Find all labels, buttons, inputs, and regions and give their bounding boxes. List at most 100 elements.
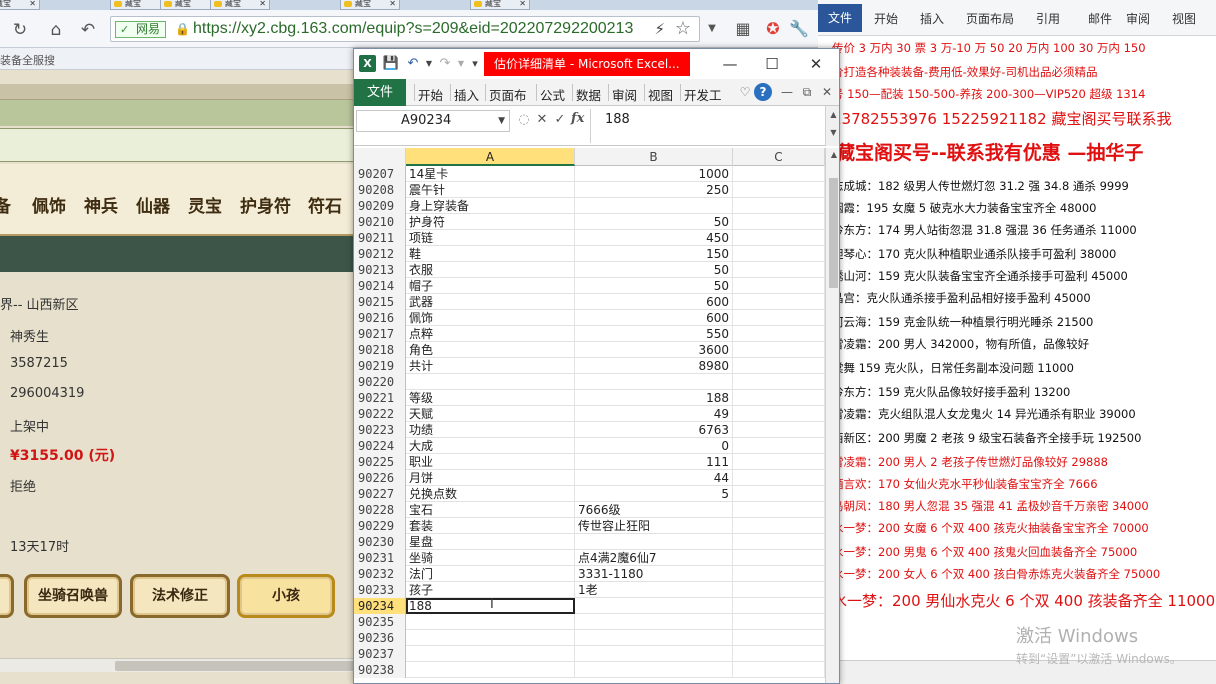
cell-c[interactable] xyxy=(733,534,825,550)
column-header-a[interactable]: A xyxy=(406,148,575,166)
ribbon-tab[interactable]: 开始 xyxy=(418,85,443,104)
row-header[interactable]: 90236 xyxy=(354,630,406,646)
cell-c[interactable] xyxy=(733,662,825,678)
ribbon-close-icon[interactable]: ✕ xyxy=(818,83,836,101)
url-dropdown-icon[interactable]: ▼ xyxy=(702,16,722,42)
grid-apps-icon[interactable]: ▦ xyxy=(732,18,754,40)
cell-a[interactable]: 佩饰 xyxy=(406,310,575,326)
ribbon-tab[interactable]: 公式 xyxy=(540,85,565,104)
minimize-icon[interactable]: — xyxy=(716,53,744,75)
cell-c[interactable] xyxy=(733,390,825,406)
row-header[interactable]: 90224 xyxy=(354,438,406,454)
row-header[interactable]: 90235 xyxy=(354,614,406,630)
excel-logo-icon[interactable]: X xyxy=(359,55,376,72)
cell-a[interactable]: 套装 xyxy=(406,518,575,534)
ribbon-tab[interactable]: 审阅 xyxy=(612,85,637,104)
tab-mount-pet[interactable]: 坐骑召唤兽 xyxy=(24,574,122,618)
row-header[interactable]: 90215 xyxy=(354,294,406,310)
cell-b[interactable] xyxy=(575,534,733,550)
cell-a[interactable]: 天赋 xyxy=(406,406,575,422)
cell-a[interactable]: 14星卡 xyxy=(406,166,575,182)
cell-a[interactable]: 宝石 xyxy=(406,502,575,518)
row-header[interactable]: 90234 xyxy=(354,598,406,614)
row-header[interactable]: 90219 xyxy=(354,358,406,374)
cell-b[interactable]: 3600 xyxy=(575,342,733,358)
cell-b[interactable]: 3331-1180 xyxy=(575,566,733,582)
cell-c[interactable] xyxy=(733,294,825,310)
cell-b[interactable]: 6763 xyxy=(575,422,733,438)
cell-c[interactable] xyxy=(733,486,825,502)
formula-options-icon[interactable]: ◌ xyxy=(516,111,532,129)
ribbon-restore-icon[interactable]: ⧉ xyxy=(798,83,816,101)
row-header[interactable]: 90210 xyxy=(354,214,406,230)
cell-b[interactable] xyxy=(575,614,733,630)
help-icon[interactable]: ? xyxy=(754,83,772,101)
save-icon[interactable]: 💾 xyxy=(382,55,400,73)
name-box-dropdown-icon[interactable]: ▼ xyxy=(498,111,505,131)
name-box[interactable]: A90234 ▼ xyxy=(356,110,510,132)
ribbon-tab[interactable]: 插入 xyxy=(454,85,479,104)
select-all-corner[interactable] xyxy=(354,148,406,166)
tab-close-icon[interactable]: ✕ xyxy=(389,0,396,8)
row-header[interactable]: 90218 xyxy=(354,342,406,358)
cell-b[interactable]: 传世容止狂阳 xyxy=(575,518,733,534)
excel-file-tab[interactable]: 文件 xyxy=(354,79,406,106)
worksheet-vertical-scrollbar[interactable]: ▲ xyxy=(825,148,839,683)
word-ribbon-tab[interactable]: 引用 xyxy=(1036,10,1060,27)
row-header[interactable]: 90232 xyxy=(354,566,406,582)
category-tab[interactable]: 佩饰 xyxy=(32,192,66,217)
word-ribbon-tab[interactable]: 插入 xyxy=(920,10,944,27)
category-tab[interactable]: 仙器 xyxy=(136,192,170,217)
scroll-up-icon[interactable]: ▲ xyxy=(826,148,839,162)
cell-b[interactable]: 50 xyxy=(575,278,733,294)
cell-a[interactable]: 坐骑 xyxy=(406,550,575,566)
ribbon-minimize-icon[interactable]: — xyxy=(778,83,796,101)
cell-b[interactable]: 50 xyxy=(575,262,733,278)
security-badge[interactable]: 网易 xyxy=(115,21,167,38)
cell-a[interactable]: 项链 xyxy=(406,230,575,246)
cell-a[interactable]: 月饼 xyxy=(406,470,575,486)
cell-b[interactable] xyxy=(575,646,733,662)
cell-c[interactable] xyxy=(733,422,825,438)
row-header[interactable]: 90220 xyxy=(354,374,406,390)
cell-a[interactable]: 功绩 xyxy=(406,422,575,438)
cell-c[interactable] xyxy=(733,646,825,662)
cell-c[interactable] xyxy=(733,502,825,518)
word-ribbon-tab[interactable]: 邮件 xyxy=(1088,10,1112,27)
cell-a[interactable] xyxy=(406,662,575,678)
home-icon[interactable]: ⌂ xyxy=(46,20,66,40)
bookmark-star-icon[interactable]: ☆ xyxy=(675,18,691,39)
row-header[interactable]: 90222 xyxy=(354,406,406,422)
word-ribbon-tab[interactable]: 审阅 xyxy=(1126,10,1150,27)
category-tab[interactable]: 护身符 xyxy=(240,192,291,217)
row-header[interactable]: 90208 xyxy=(354,182,406,198)
word-file-tab[interactable]: 文件 xyxy=(818,4,862,32)
row-header[interactable]: 90227 xyxy=(354,486,406,502)
cell-c[interactable] xyxy=(733,566,825,582)
cell-c[interactable] xyxy=(733,630,825,646)
cell-a[interactable]: 角色 xyxy=(406,342,575,358)
ribbon-tab[interactable]: 开发工 xyxy=(684,85,722,104)
cell-c[interactable] xyxy=(733,438,825,454)
cell-a[interactable] xyxy=(406,646,575,662)
ribbon-tab[interactable]: 数据 xyxy=(576,85,601,104)
row-header[interactable]: 90207 xyxy=(354,166,406,182)
customize-qat-icon[interactable]: ▾ xyxy=(466,55,484,73)
cell-a[interactable]: 职业 xyxy=(406,454,575,470)
formula-bar-scroll[interactable]: ▲ ▼ xyxy=(825,106,839,146)
ribbon-tab[interactable]: 视图 xyxy=(648,85,673,104)
cell-c[interactable] xyxy=(733,406,825,422)
row-header[interactable]: 90230 xyxy=(354,534,406,550)
cell-b[interactable] xyxy=(575,374,733,390)
cell-c[interactable] xyxy=(733,262,825,278)
row-header[interactable]: 90237 xyxy=(354,646,406,662)
cell-c[interactable] xyxy=(733,358,825,374)
cell-b[interactable]: 450 xyxy=(575,230,733,246)
cell-a[interactable]: 鞋 xyxy=(406,246,575,262)
cell-a[interactable]: 点粹 xyxy=(406,326,575,342)
cell-c[interactable] xyxy=(733,214,825,230)
word-ribbon-tab[interactable]: 视图 xyxy=(1172,10,1196,27)
browser-tab[interactable]: 藏宝 ✕ xyxy=(210,0,270,10)
insert-function-icon[interactable]: fx xyxy=(571,111,584,126)
cell-c[interactable] xyxy=(733,582,825,598)
